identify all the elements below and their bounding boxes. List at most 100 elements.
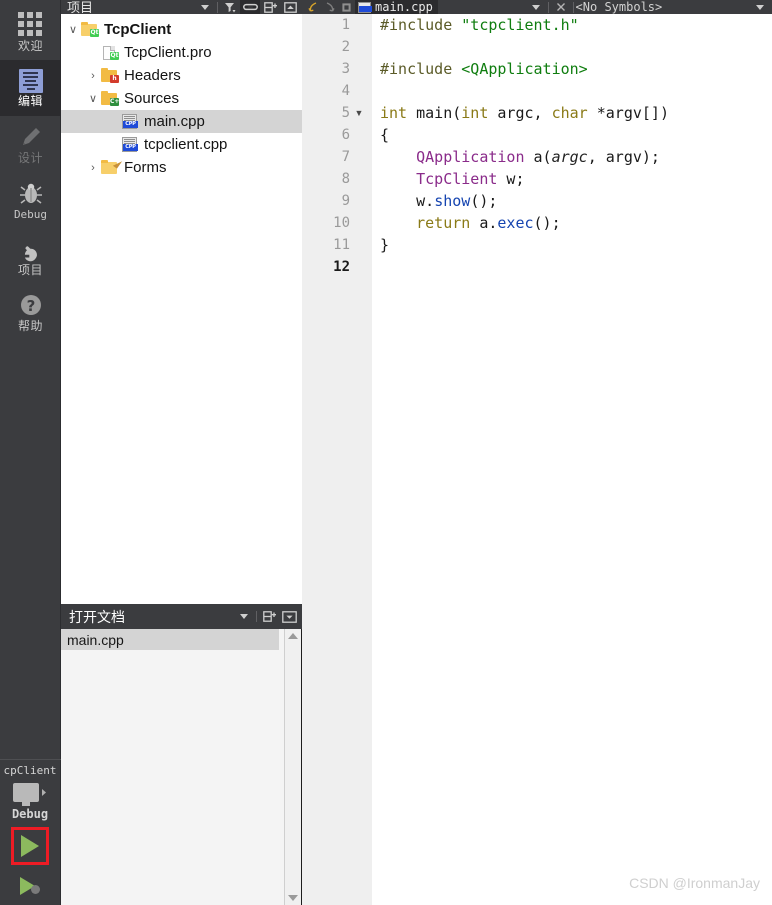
scroll-up-icon[interactable] [288, 633, 298, 639]
kit-project-name: cpClient [3, 764, 57, 777]
gutter-row: 2 [302, 36, 372, 58]
code-line[interactable] [380, 36, 772, 58]
sidebar-item-welcome[interactable]: 欢迎 [0, 4, 61, 60]
code-line[interactable]: } [380, 234, 772, 256]
code-line[interactable]: { [380, 124, 772, 146]
divider [572, 1, 574, 13]
sidebar-item-edit[interactable]: 编辑 [0, 60, 61, 116]
code-token: a( [524, 148, 552, 166]
code-token: QApplication [416, 148, 525, 166]
list-item[interactable]: main.cpp [61, 629, 279, 650]
line-number: 10 [333, 215, 350, 231]
code-line[interactable]: #include <QApplication> [380, 58, 772, 80]
close-icon[interactable] [551, 0, 571, 14]
tree-item-headers[interactable]: › h Headers [61, 64, 302, 87]
tab-main-cpp[interactable]: main.cpp [355, 0, 438, 14]
code-token: int [461, 104, 498, 122]
code-line[interactable] [380, 80, 772, 102]
code-token: char [551, 104, 597, 122]
collapse-icon[interactable] [280, 0, 300, 14]
code-token: TcpClient [416, 170, 498, 188]
bug-badge-icon [31, 885, 40, 894]
forward-arrow-icon[interactable] [321, 0, 338, 14]
gutter-row: 11 [302, 234, 372, 256]
tree-item-tcpclient-pro[interactable]: Qt TcpClient.pro [61, 41, 302, 64]
code-token: , [533, 104, 552, 122]
code-token: return [416, 214, 471, 232]
code-line[interactable]: w.show(); [380, 190, 772, 212]
code-token: exec [497, 214, 534, 232]
chevron-down-icon[interactable] [750, 0, 770, 14]
open-document-label: main.cpp [67, 631, 124, 648]
twisty-expanded-icon[interactable]: ∨ [65, 23, 81, 36]
code-token: } [380, 236, 390, 254]
code-token: , argv); [587, 148, 660, 166]
twisty-expanded-icon[interactable]: ∨ [85, 92, 101, 105]
chevron-down-icon[interactable] [526, 0, 546, 14]
split-icon[interactable] [260, 0, 280, 14]
line-number: 2 [341, 39, 350, 55]
bug-icon [19, 183, 42, 204]
grid-icon [17, 11, 44, 38]
sidebar-item-projects[interactable]: 项目 [0, 228, 61, 284]
headers-folder-icon: h [101, 68, 119, 83]
gutter-row: 8 [302, 168, 372, 190]
open-documents-scrollbar[interactable] [284, 629, 301, 905]
sync-link-icon[interactable] [240, 0, 260, 14]
back-arrow-icon[interactable] [304, 0, 321, 14]
open-documents-title: 打开文档 [69, 608, 125, 625]
filter-icon[interactable] [220, 0, 240, 14]
code-token: show [434, 192, 471, 210]
code-token: argc [551, 148, 588, 166]
desktop-kit-icon [12, 782, 39, 806]
chevron-right-icon [41, 788, 46, 796]
code-line[interactable]: int main(int argc, char *argv[]) [380, 102, 772, 124]
pencil-icon [22, 127, 40, 145]
tree-item-sources[interactable]: ∨ C+ Sources [61, 87, 302, 110]
sidebar-item-design[interactable]: 设计 [0, 116, 61, 172]
code-line[interactable] [380, 256, 772, 278]
tab-label: main.cpp [375, 0, 433, 14]
tree-item-tcpclient-cpp[interactable]: CPP tcpclient.cpp [61, 133, 302, 156]
code-line[interactable]: TcpClient w; [380, 168, 772, 190]
code-token: <QApplication> [461, 60, 588, 78]
tree-item-forms[interactable]: › Forms [61, 156, 302, 179]
code-view[interactable]: 1 2 3 4 5 ▼ 6 7 8 9 10 11 12 #include "tcpclient.h" … [302, 14, 772, 905]
split-icon[interactable] [259, 610, 279, 624]
close-panel-icon[interactable] [279, 610, 299, 624]
code-line[interactable]: #include "tcpclient.h" [380, 14, 772, 36]
gutter-row: 3 [302, 58, 372, 80]
twisty-collapsed-icon[interactable]: › [85, 162, 101, 174]
source-code-text[interactable]: #include "tcpclient.h" #include <QApplic… [372, 14, 772, 905]
debug-run-button[interactable] [0, 871, 60, 901]
line-number: 5 [341, 105, 350, 121]
question-icon: ? [20, 294, 41, 315]
symbol-selector[interactable]: <No Symbols> [576, 0, 663, 14]
chevron-down-icon[interactable] [234, 610, 254, 624]
fold-marker-icon[interactable]: ▼ [350, 102, 368, 124]
sidebar-item-help[interactable]: ? 帮助 [0, 284, 61, 340]
code-token: *argv[]) [596, 104, 669, 122]
svg-text:?: ? [26, 297, 35, 315]
code-token: w. [380, 192, 435, 210]
chevron-down-icon[interactable] [195, 0, 215, 14]
tree-item-tcpclient[interactable]: ∨ Qt TcpClient [61, 18, 302, 41]
run-button[interactable] [11, 827, 49, 865]
scroll-down-icon[interactable] [288, 895, 298, 901]
code-line[interactable]: QApplication a(argc, argv); [380, 146, 772, 168]
project-tree: ∨ Qt TcpClient Qt TcpClient.pro › h Head… [61, 14, 302, 604]
gutter-row: 5 ▼ [302, 102, 372, 124]
open-documents-list: main.cpp [61, 629, 302, 905]
twisty-collapsed-icon[interactable]: › [85, 70, 101, 82]
gutter-row: 10 [302, 212, 372, 234]
code-token: main( [416, 104, 462, 122]
sidebar-label-edit: 编辑 [17, 93, 43, 108]
code-line[interactable]: return a.exec(); [380, 212, 772, 234]
kit-selector-button[interactable] [0, 777, 60, 807]
tree-item-main-cpp[interactable]: CPP main.cpp [61, 110, 302, 133]
sidebar-item-debug[interactable]: Debug [0, 172, 61, 228]
bookmark-icon[interactable] [338, 0, 355, 14]
gutter-row: 7 [302, 146, 372, 168]
